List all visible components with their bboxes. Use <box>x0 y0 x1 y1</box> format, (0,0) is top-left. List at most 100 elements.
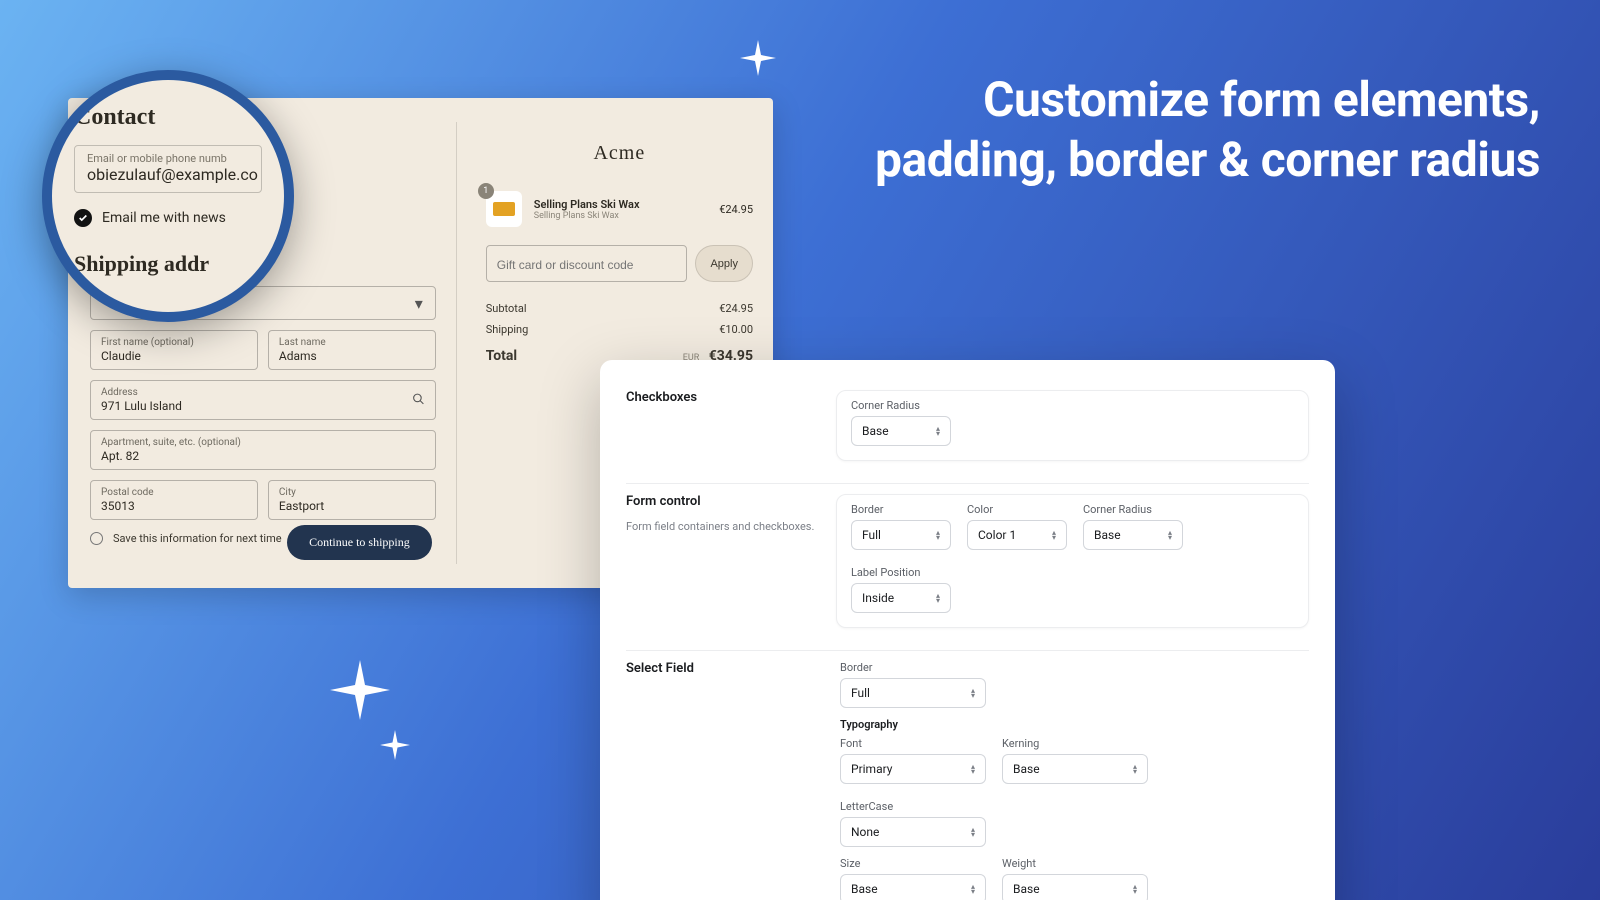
corner-radius-label: Corner Radius <box>851 399 951 412</box>
lettercase-select[interactable]: None ▴▾ <box>840 817 986 847</box>
magnifier-lens: Contact Email or mobile phone numb obiez… <box>42 70 294 322</box>
border-label: Border <box>851 503 951 516</box>
save-info-label: Save this information for next time <box>113 532 282 545</box>
font-select[interactable]: Primary ▴▾ <box>840 754 986 784</box>
product-thumbnail: 1 <box>486 191 522 227</box>
subtotal-label: Subtotal <box>486 302 527 315</box>
lettercase-value: None <box>851 825 879 839</box>
sort-icon: ▴▾ <box>971 764 975 774</box>
weight-label: Weight <box>1002 857 1148 870</box>
city-label: City <box>279 487 425 498</box>
address-value: 971 Lulu Island <box>101 399 425 413</box>
address-field[interactable]: Address 971 Lulu Island <box>90 380 436 420</box>
weight-select[interactable]: Base ▴▾ <box>1002 874 1148 900</box>
weight-value: Base <box>1013 882 1040 896</box>
apply-button[interactable]: Apply <box>695 245 753 282</box>
last-name-field[interactable]: Last name Adams <box>268 330 436 370</box>
border-value: Full <box>851 686 870 700</box>
kerning-label: Kerning <box>1002 737 1148 750</box>
quantity-badge: 1 <box>478 183 494 199</box>
font-value: Primary <box>851 762 892 776</box>
kerning-value: Base <box>1013 762 1040 776</box>
corner-radius-select[interactable]: Base ▴▾ <box>1083 520 1183 550</box>
corner-radius-select[interactable]: Base ▴▾ <box>851 416 951 446</box>
label-position-value: Inside <box>862 591 894 605</box>
marketing-headline: Customize form elements, padding, border… <box>840 70 1540 190</box>
form-control-desc: Form field containers and checkboxes. <box>626 519 836 534</box>
border-label: Border <box>840 661 986 674</box>
corner-radius-value: Base <box>862 424 889 438</box>
search-icon <box>412 391 425 410</box>
last-name-value: Adams <box>279 349 425 363</box>
border-value: Full <box>862 528 881 542</box>
sort-icon: ▴▾ <box>971 827 975 837</box>
shipping-heading: Shipping addr <box>74 251 262 277</box>
city-field[interactable]: City Eastport <box>268 480 436 520</box>
border-select[interactable]: Full ▴▾ <box>851 520 951 550</box>
apartment-field[interactable]: Apartment, suite, etc. (optional) Apt. 8… <box>90 430 436 470</box>
line-item: 1 Selling Plans Ski Wax Selling Plans Sk… <box>486 191 753 227</box>
discount-code-input[interactable] <box>486 245 688 282</box>
apartment-label: Apartment, suite, etc. (optional) <box>101 437 425 448</box>
subtotal-value: €24.95 <box>719 302 753 315</box>
select-field-title: Select Field <box>626 661 836 676</box>
line-item-price: €24.95 <box>719 203 753 216</box>
form-control-section: Form control Form field containers and c… <box>626 484 1309 651</box>
sort-icon: ▴▾ <box>971 884 975 894</box>
select-field-section: Select Field Border Full ▴▾ Typography F… <box>626 651 1309 900</box>
checkboxes-section: Checkboxes Corner Radius Base ▴▾ <box>626 380 1309 484</box>
sort-icon: ▴▾ <box>1133 884 1137 894</box>
corner-radius-label: Corner Radius <box>1083 503 1183 516</box>
color-value: Color 1 <box>978 528 1016 542</box>
email-label: Email or mobile phone numb <box>87 152 249 165</box>
checkboxes-title: Checkboxes <box>626 390 836 405</box>
size-select[interactable]: Base ▴▾ <box>840 874 986 900</box>
shipping-label: Shipping <box>486 323 529 336</box>
email-value: obiezulauf@example.co <box>87 165 249 184</box>
address-label: Address <box>101 387 425 398</box>
discount-code-field[interactable] <box>497 258 677 272</box>
newsletter-label: Email me with news <box>102 210 226 226</box>
first-name-value: Claudie <box>101 349 247 363</box>
postal-value: 35013 <box>101 499 247 513</box>
kerning-select[interactable]: Base ▴▾ <box>1002 754 1148 784</box>
continue-to-shipping-button[interactable]: Continue to shipping <box>287 525 432 560</box>
label-position-label: Label Position <box>851 566 951 579</box>
total-label: Total <box>486 348 517 364</box>
lettercase-label: LetterCase <box>840 800 986 813</box>
sort-icon: ▴▾ <box>1133 764 1137 774</box>
label-position-select[interactable]: Inside ▴▾ <box>851 583 951 613</box>
sort-icon: ▴▾ <box>1168 530 1172 540</box>
size-value: Base <box>851 882 878 896</box>
last-name-label: Last name <box>279 337 425 348</box>
sort-icon: ▴▾ <box>936 530 940 540</box>
sort-icon: ▴▾ <box>971 688 975 698</box>
font-label: Font <box>840 737 986 750</box>
sparkle-icon <box>740 40 776 76</box>
corner-radius-value: Base <box>1094 528 1121 542</box>
sort-icon: ▴▾ <box>1052 530 1056 540</box>
line-item-sub: Selling Plans Ski Wax <box>534 211 640 221</box>
line-item-title: Selling Plans Ski Wax <box>534 198 640 211</box>
sparkle-icon <box>330 660 390 720</box>
email-field[interactable]: Email or mobile phone numb obiezulauf@ex… <box>74 145 262 193</box>
settings-panel: Checkboxes Corner Radius Base ▴▾ Form co… <box>600 360 1335 900</box>
shipping-value: €10.00 <box>719 323 753 336</box>
postal-code-field[interactable]: Postal code 35013 <box>90 480 258 520</box>
first-name-label: First name (optional) <box>101 337 247 348</box>
typography-title: Typography <box>840 718 1309 731</box>
size-label: Size <box>840 857 986 870</box>
postal-label: Postal code <box>101 487 247 498</box>
chevron-down-icon: ▾ <box>415 294 423 313</box>
sort-icon: ▴▾ <box>936 426 940 436</box>
border-select[interactable]: Full ▴▾ <box>840 678 986 708</box>
newsletter-checkbox[interactable] <box>74 209 92 227</box>
sort-icon: ▴▾ <box>936 593 940 603</box>
save-info-radio[interactable] <box>90 532 103 545</box>
sparkle-icon <box>380 730 410 760</box>
first-name-field[interactable]: First name (optional) Claudie <box>90 330 258 370</box>
color-select[interactable]: Color 1 ▴▾ <box>967 520 1067 550</box>
apartment-value: Apt. 82 <box>101 449 425 463</box>
color-label: Color <box>967 503 1067 516</box>
form-control-title: Form control <box>626 494 836 509</box>
